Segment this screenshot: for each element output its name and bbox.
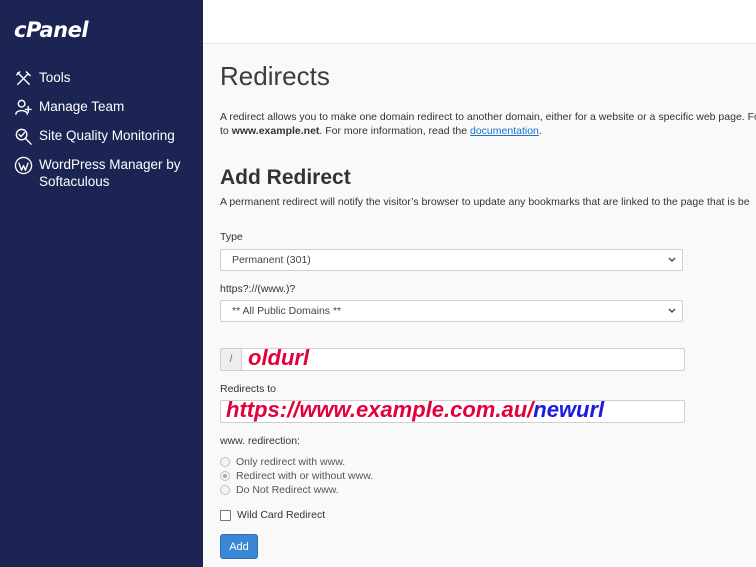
www-redirection-label: www. redirection: bbox=[220, 435, 300, 447]
sidebar-item-tools[interactable]: Tools bbox=[14, 69, 71, 88]
domain-label: https?://(www.)? bbox=[220, 283, 296, 295]
add-button[interactable]: Add bbox=[220, 534, 258, 559]
sidebar-item-label: Tools bbox=[39, 70, 71, 85]
add-redirect-heading: Add Redirect bbox=[220, 166, 351, 189]
radio-button-selected[interactable] bbox=[220, 471, 230, 481]
sidebar-item-manage-team[interactable]: Manage Team bbox=[14, 98, 124, 117]
add-redirect-description: A permanent redirect will notify the vis… bbox=[220, 196, 750, 208]
sidebar-item-site-quality[interactable]: Site Quality Monitoring bbox=[14, 127, 175, 146]
path-value: oldurl bbox=[248, 345, 310, 370]
type-label: Type bbox=[220, 231, 243, 243]
main-content: Redirects A redirect allows you to make … bbox=[203, 44, 756, 567]
cpanel-logo[interactable]: cPanel bbox=[14, 18, 89, 42]
sidebar: cPanel Tools Manage Team Site Quality Mo… bbox=[0, 0, 203, 567]
redirects-to-value: https://www.example.com.au/newurl bbox=[226, 397, 605, 422]
path-input[interactable]: / oldurl bbox=[220, 345, 685, 371]
sidebar-item-wordpress-manager[interactable]: WordPress Manager by Softaculous bbox=[14, 156, 181, 190]
manage-team-icon bbox=[14, 98, 33, 117]
documentation-link[interactable]: documentation bbox=[470, 125, 539, 137]
radio-do-not-redirect-www[interactable]: Do Not Redirect www. bbox=[220, 484, 339, 496]
redirects-to-input[interactable]: https://www.example.com.au/newurl bbox=[220, 397, 685, 423]
path-prefix: / bbox=[221, 349, 242, 370]
sidebar-item-label: Site Quality Monitoring bbox=[39, 128, 175, 143]
radio-button[interactable] bbox=[220, 485, 230, 495]
radio-only-www[interactable]: Only redirect with www. bbox=[220, 456, 345, 468]
site-quality-icon bbox=[14, 127, 33, 146]
wordpress-icon bbox=[14, 156, 33, 175]
domain-select[interactable]: ** All Public Domains ** bbox=[220, 300, 683, 322]
sidebar-item-label: WordPress Manager by Softaculous bbox=[39, 157, 181, 189]
sidebar-item-label: Manage Team bbox=[39, 99, 125, 114]
wildcard-checkbox[interactable] bbox=[220, 509, 231, 521]
tools-icon bbox=[14, 69, 33, 88]
wildcard-redirect-row[interactable]: Wild Card Redirect bbox=[220, 509, 325, 521]
top-bar bbox=[203, 0, 756, 44]
type-select[interactable]: Permanent (301) bbox=[220, 249, 683, 271]
redirects-to-label: Redirects to bbox=[220, 383, 277, 395]
chevron-down-icon bbox=[666, 253, 678, 267]
radio-with-or-without-www[interactable]: Redirect with or without www. bbox=[220, 470, 373, 482]
intro-text: A redirect allows you to make one domain… bbox=[220, 111, 756, 137]
page-title: Redirects bbox=[220, 61, 330, 91]
radio-button[interactable] bbox=[220, 457, 230, 467]
example-domain: www.example.net bbox=[231, 125, 320, 137]
chevron-down-icon bbox=[666, 304, 678, 318]
